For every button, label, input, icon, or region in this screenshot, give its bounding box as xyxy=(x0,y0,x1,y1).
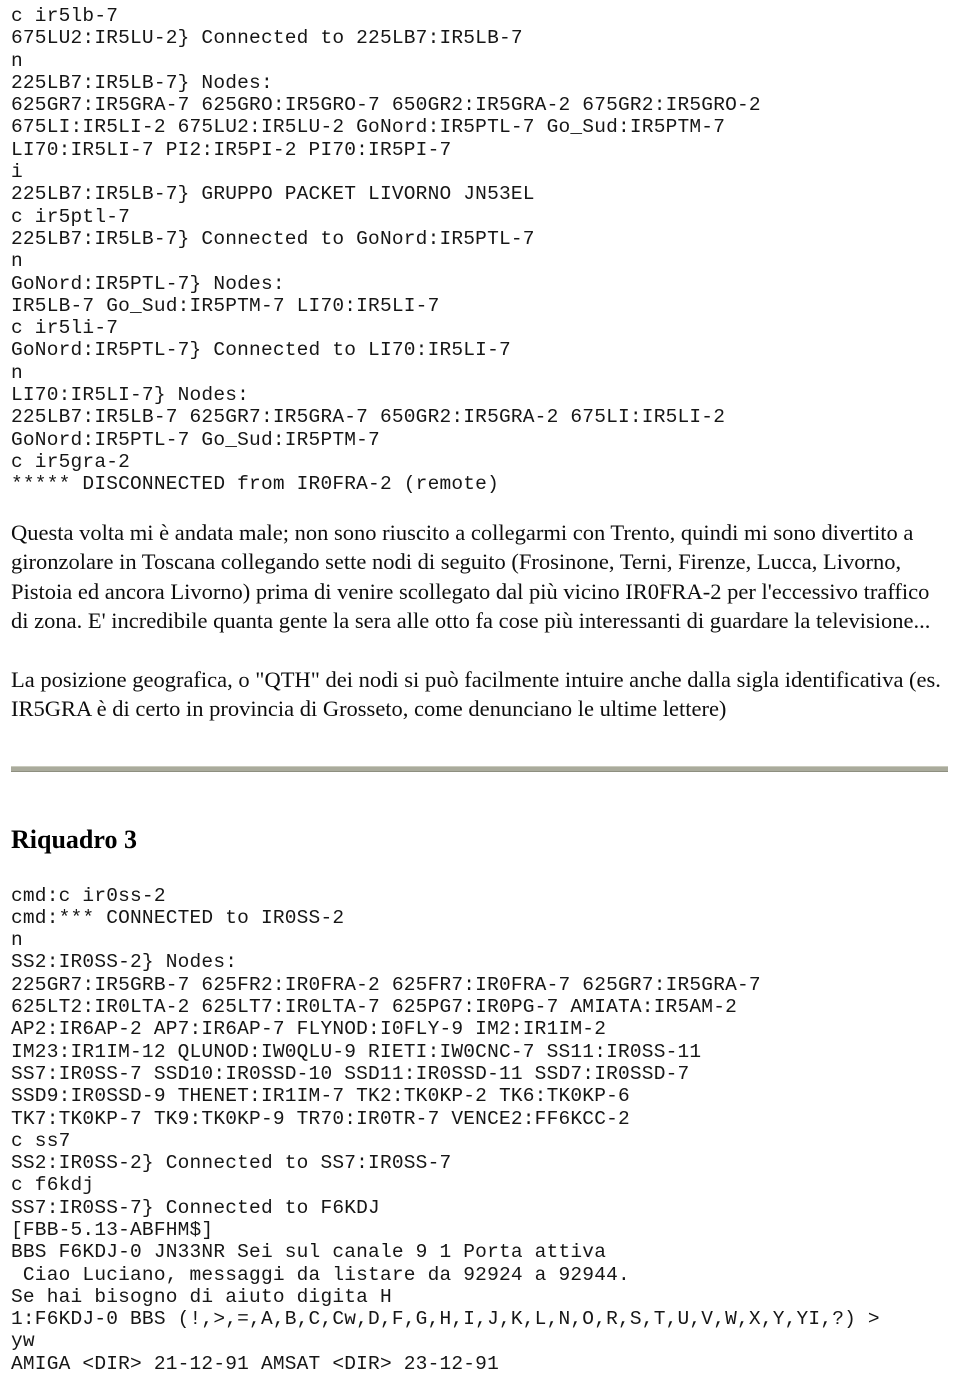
terminal-line: 625GR7:IR5GRA-7 625GRO:IR5GRO-7 650GR2:I… xyxy=(11,94,761,117)
terminal-line: 225LB7:IR5LB-7 625GR7:IR5GRA-7 650GR2:IR… xyxy=(11,406,726,429)
terminal-line: 225LB7:IR5LB-7} GRUPPO PACKET LIVORNO JN… xyxy=(11,183,535,206)
terminal-line: c ss7 xyxy=(11,1129,71,1152)
section-heading: Riquadro 3 xyxy=(11,824,137,854)
terminal-line: n xyxy=(11,361,23,384)
terminal-line: n xyxy=(11,49,23,72)
terminal-line: GoNord:IR5PTL-7} Nodes: xyxy=(11,272,285,295)
terminal-line: LI70:IR5LI-7 PI2:IR5PI-2 PI70:IR5PI-7 xyxy=(11,138,452,161)
terminal-line: ***** DISCONNECTED from IR0FRA-2 (remote… xyxy=(11,473,499,496)
terminal-line: SS7:IR0SS-7} Connected to F6KDJ xyxy=(11,1196,380,1219)
terminal-line: GoNord:IR5PTL-7} Connected to LI70:IR5LI… xyxy=(11,339,511,362)
terminal-line: Se hai bisogno di aiuto digita H xyxy=(11,1285,392,1308)
terminal-line: TK7:TK0KP-7 TK9:TK0KP-9 TR70:IR0TR-7 VEN… xyxy=(11,1107,630,1130)
terminal-line: c ir5lb-7 xyxy=(11,5,119,27)
terminal-line: 225LB7:IR5LB-7} Connected to GoNord:IR5P… xyxy=(11,227,535,250)
terminal-line: SS2:IR0SS-2} Connected to SS7:IR0SS-7 xyxy=(11,1152,452,1175)
terminal-line: i xyxy=(11,161,23,184)
terminal-line: Ciao Luciano, messaggi da listare da 929… xyxy=(11,1263,630,1286)
terminal-line: cmd:*** CONNECTED to IR0SS-2 xyxy=(11,906,345,929)
terminal-line: [FBB-5.13-ABFHM$] xyxy=(11,1218,214,1241)
terminal-line: n xyxy=(11,929,23,952)
terminal-line: 675LI:IR5LI-2 675LU2:IR5LU-2 GoNord:IR5P… xyxy=(11,116,726,139)
terminal-line: AMIGA <DIR> 21-12-91 AMSAT <DIR> 23-12-9… xyxy=(11,1352,499,1375)
prose-paragraph-2: La posizione geografica, o "QTH" dei nod… xyxy=(11,666,941,722)
terminal-line: c ir5gra-2 xyxy=(11,450,131,473)
terminal-log-top: c ir5lb-7 675LU2:IR5LU-2} Connected to 22… xyxy=(0,0,960,496)
terminal-line: 225LB7:IR5LB-7} Nodes: xyxy=(11,71,273,94)
terminal-line: 625LT2:IR0LTA-2 625LT7:IR0LTA-7 625PG7:I… xyxy=(11,996,738,1019)
document-page: c ir5lb-7 675LU2:IR5LU-2} Connected to 22… xyxy=(0,0,960,1391)
terminal-line: c f6kdj xyxy=(11,1174,95,1197)
terminal-line: GoNord:IR5PTL-7 Go_Sud:IR5PTM-7 xyxy=(11,428,380,451)
section-divider-wrapper xyxy=(0,765,960,772)
terminal-line: n xyxy=(11,250,23,273)
terminal-line: LI70:IR5LI-7} Nodes: xyxy=(11,384,250,407)
horizontal-rule xyxy=(11,765,948,772)
terminal-line: AP2:IR6AP-2 AP7:IR6AP-7 FLYNOD:I0FLY-9 I… xyxy=(11,1018,607,1041)
terminal-line: c ir5ptl-7 xyxy=(11,205,131,228)
terminal-line: IR5LB-7 Go_Sud:IR5PTM-7 LI70:IR5LI-7 xyxy=(11,294,440,317)
terminal-line: BBS F6KDJ-0 JN33NR Sei sul canale 9 1 Po… xyxy=(11,1241,607,1264)
terminal-line: 225GR7:IR5GRB-7 625FR2:IR0FRA-2 625FR7:I… xyxy=(11,973,761,996)
terminal-line: 1:F6KDJ-0 BBS (!,>,=,A,B,C,Cw,D,F,G,H,I,… xyxy=(11,1308,880,1331)
terminal-line: SS2:IR0SS-2} Nodes: xyxy=(11,951,238,974)
terminal-line: SS7:IR0SS-7 SSD10:IR0SSD-10 SSD11:IR0SSD… xyxy=(11,1062,690,1085)
terminal-line: 675LU2:IR5LU-2} Connected to 225LB7:IR5L… xyxy=(11,27,523,50)
prose-paragraph-1: Questa volta mi è andata male; non sono … xyxy=(11,519,931,634)
terminal-line: yw xyxy=(11,1330,35,1353)
terminal-line: cmd:c ir0ss-2 xyxy=(11,884,166,907)
terminal-line: c ir5li-7 xyxy=(11,317,119,340)
terminal-line: IM23:IR1IM-12 QLUNOD:IW0QLU-9 RIETI:IW0C… xyxy=(11,1040,702,1063)
terminal-line: SSD9:IR0SSD-9 THENET:IR1IM-7 TK2:TK0KP-2… xyxy=(11,1085,630,1108)
terminal-log-bottom: cmd:c ir0ss-2 cmd:*** CONNECTED to IR0SS-… xyxy=(0,885,960,1376)
